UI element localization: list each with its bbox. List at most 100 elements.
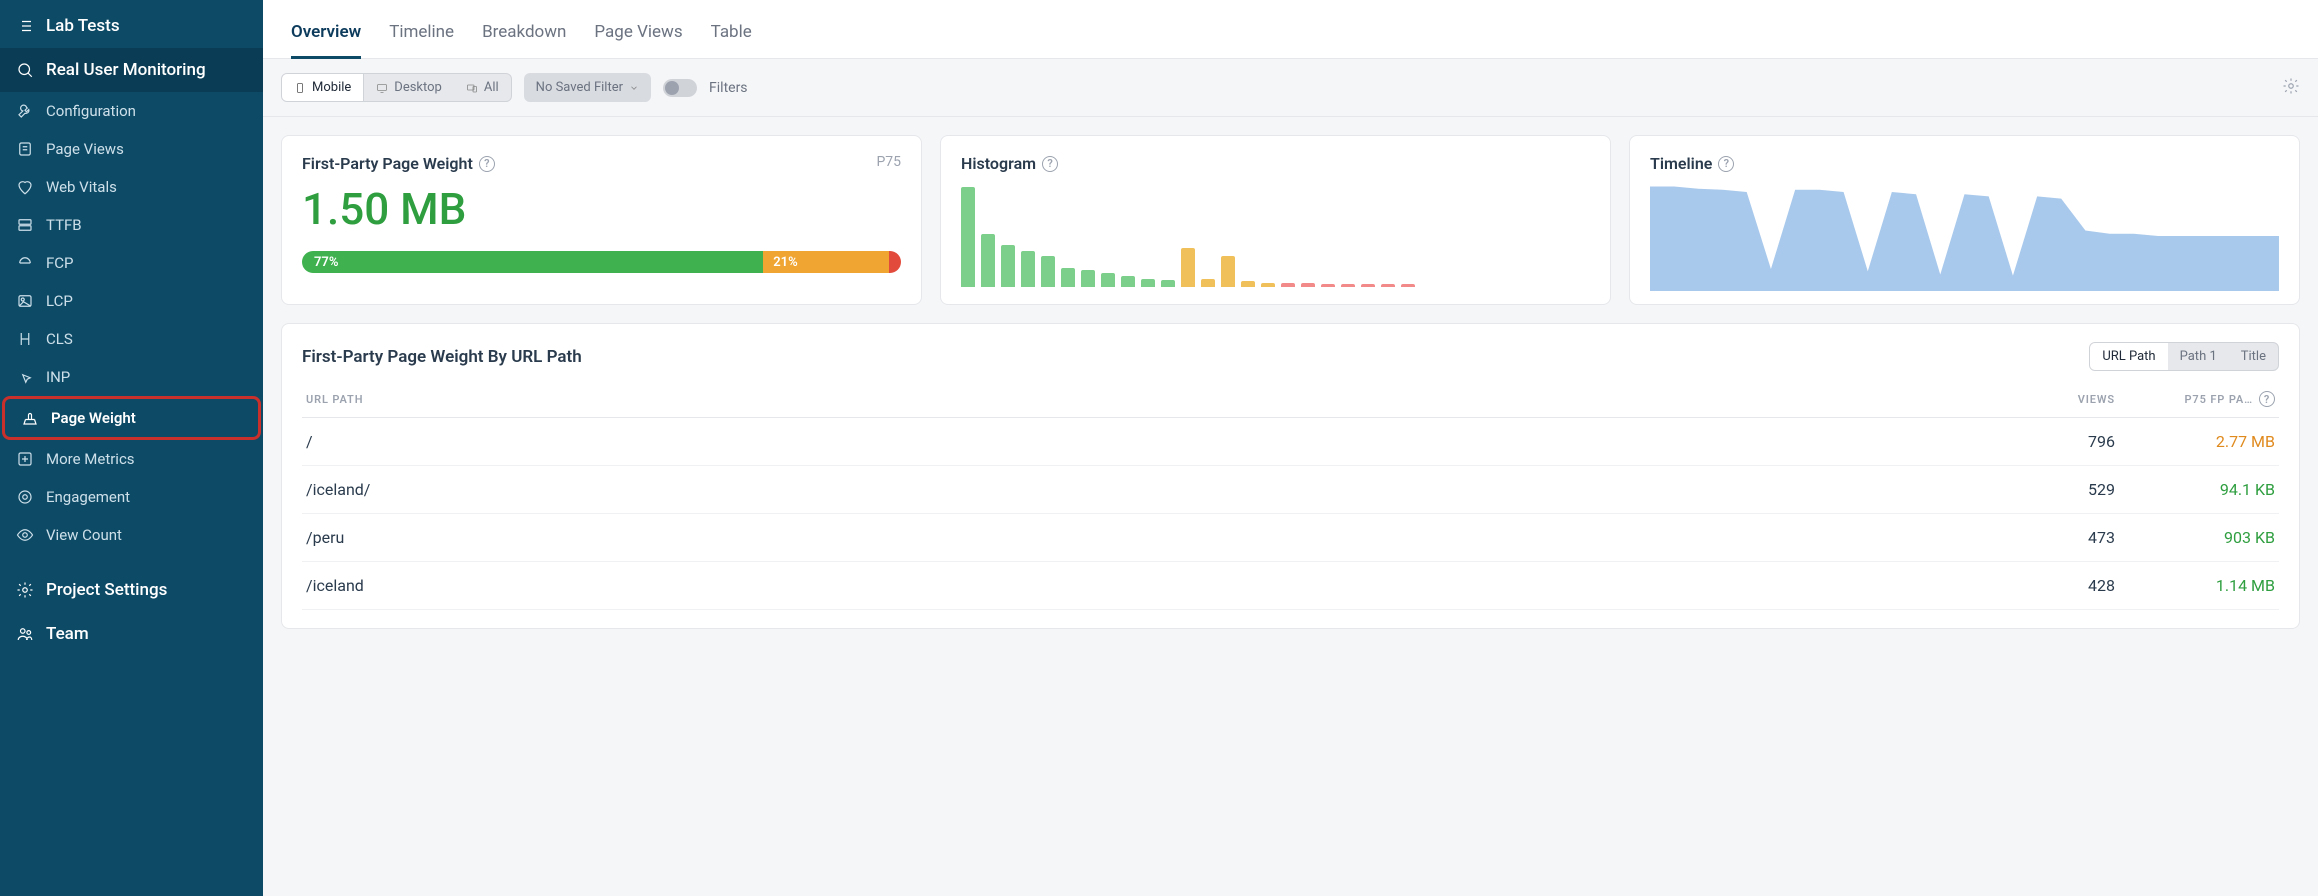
sidebar-item-label: FCP	[46, 254, 74, 272]
tab-timeline[interactable]: Timeline	[389, 14, 454, 58]
mobile-icon	[294, 81, 306, 95]
col-views[interactable]: VIEWS	[1999, 381, 2119, 418]
sidebar-item-view-count[interactable]: View Count	[0, 516, 263, 554]
sidebar-item-lcp[interactable]: LCP	[0, 282, 263, 320]
cell-value: 903 KB	[2119, 514, 2279, 562]
group-url-path[interactable]: URL Path	[2090, 343, 2167, 370]
sidebar-section-project-settings[interactable]: Project Settings	[0, 568, 263, 612]
sidebar-item-label: TTFB	[46, 216, 82, 234]
sidebar-label: Lab Tests	[46, 16, 120, 36]
histogram-bar	[1341, 284, 1355, 287]
histogram-bar	[1301, 283, 1315, 287]
search-icon	[16, 61, 34, 79]
histogram-bar	[1001, 245, 1015, 287]
help-icon[interactable]: ?	[2259, 391, 2275, 407]
tab-table[interactable]: Table	[711, 14, 752, 58]
tab-page-views[interactable]: Page Views	[594, 14, 682, 58]
click-icon	[16, 368, 34, 386]
help-icon[interactable]: ?	[1718, 156, 1734, 172]
histogram-bar	[1141, 279, 1155, 287]
cell-value: 2.77 MB	[2119, 418, 2279, 466]
sidebar-item-configuration[interactable]: Configuration	[0, 92, 263, 130]
table-panel: First-Party Page Weight By URL Path URL …	[281, 323, 2300, 629]
histogram-bar	[1021, 251, 1035, 287]
sidebar-label: Team	[46, 624, 89, 644]
histogram-bar	[1321, 284, 1335, 287]
doc-icon	[16, 140, 34, 158]
tab-overview[interactable]: Overview	[291, 14, 361, 58]
sidebar-section-lab-tests[interactable]: Lab Tests	[0, 4, 263, 48]
histogram-bar	[1201, 279, 1215, 287]
sidebar-label: Real User Monitoring	[46, 60, 206, 80]
sidebar-item-engagement[interactable]: Engagement	[0, 478, 263, 516]
table-row[interactable]: /iceland/52994.1 KB	[302, 466, 2279, 514]
devices-icon	[466, 81, 478, 95]
settings-button[interactable]	[2282, 77, 2300, 99]
histogram-bar	[1101, 273, 1115, 287]
wrench-icon	[16, 102, 34, 120]
table-row[interactable]: /iceland4281.14 MB	[302, 562, 2279, 610]
col-url-path[interactable]: URL PATH	[302, 381, 1999, 418]
group-path-1[interactable]: Path 1	[2168, 343, 2229, 370]
filters-label: Filters	[709, 80, 748, 96]
histogram-bar	[1401, 284, 1415, 287]
histogram-bars	[961, 187, 1590, 287]
desktop-icon	[376, 81, 388, 95]
bar-ni: 21%	[763, 251, 889, 273]
cell-views: 428	[1999, 562, 2119, 610]
cell-views: 473	[1999, 514, 2119, 562]
weight-icon	[21, 409, 39, 427]
sidebar-item-label: Page Weight	[51, 409, 136, 427]
cell-path: /iceland	[302, 562, 1999, 610]
group-by-segment: URL Path Path 1 Title	[2089, 342, 2279, 371]
sidebar-item-inp[interactable]: INP	[0, 358, 263, 396]
sidebar-item-label: View Count	[46, 526, 122, 544]
sidebar-item-fcp[interactable]: FCP	[0, 244, 263, 282]
list-icon	[16, 17, 34, 35]
filters-toggle[interactable]	[663, 79, 697, 97]
sidebar-item-cls[interactable]: CLS	[0, 320, 263, 358]
image-icon	[16, 292, 34, 310]
histogram-card: Histogram ?	[940, 135, 1611, 305]
tabs: Overview Timeline Breakdown Page Views T…	[263, 0, 2318, 59]
panel-title: First-Party Page Weight By URL Path	[302, 347, 582, 367]
histogram-bar	[1181, 248, 1195, 287]
distribution-bar: 77% 21%	[302, 251, 901, 273]
device-mobile[interactable]: Mobile	[282, 74, 364, 101]
target-icon	[16, 488, 34, 506]
histogram-bar	[1041, 256, 1055, 287]
cell-views: 529	[1999, 466, 2119, 514]
saved-filter-dropdown[interactable]: No Saved Filter	[524, 73, 651, 102]
sidebar-item-more-metrics[interactable]: More Metrics	[0, 440, 263, 478]
histogram-bar	[1281, 283, 1295, 287]
help-icon[interactable]: ?	[479, 156, 495, 172]
sidebar-item-ttfb[interactable]: TTFB	[0, 206, 263, 244]
sidebar-item-page-weight[interactable]: Page Weight	[2, 396, 261, 440]
table-row[interactable]: /7962.77 MB	[302, 418, 2279, 466]
cell-path: /	[302, 418, 1999, 466]
device-segment: Mobile Desktop All	[281, 73, 512, 102]
sidebar-item-label: Web Vitals	[46, 178, 117, 196]
help-icon[interactable]: ?	[1042, 156, 1058, 172]
gear-icon	[16, 581, 34, 599]
sidebar-section-team[interactable]: Team	[0, 612, 263, 656]
group-title[interactable]: Title	[2229, 343, 2278, 370]
sidebar-item-page-views[interactable]: Page Views	[0, 130, 263, 168]
table-row[interactable]: /peru473903 KB	[302, 514, 2279, 562]
device-desktop[interactable]: Desktop	[364, 74, 454, 101]
histogram-bar	[1061, 268, 1075, 287]
col-p75[interactable]: P75 FP PA…?	[2119, 381, 2279, 418]
sidebar-section-rum[interactable]: Real User Monitoring	[0, 48, 263, 92]
bar-good: 77%	[302, 251, 763, 273]
sidebar-item-label: INP	[46, 368, 70, 386]
histogram-bar	[1381, 284, 1395, 287]
histogram-bar	[1361, 284, 1375, 287]
plus-icon	[16, 450, 34, 468]
timeline-sparkline	[1650, 181, 2279, 291]
paint-icon	[16, 254, 34, 272]
sidebar-item-label: Page Views	[46, 140, 124, 158]
device-all[interactable]: All	[454, 74, 511, 101]
tab-breakdown[interactable]: Breakdown	[482, 14, 566, 58]
metric-value: 1.50 MB	[302, 183, 901, 235]
sidebar-item-web-vitals[interactable]: Web Vitals	[0, 168, 263, 206]
